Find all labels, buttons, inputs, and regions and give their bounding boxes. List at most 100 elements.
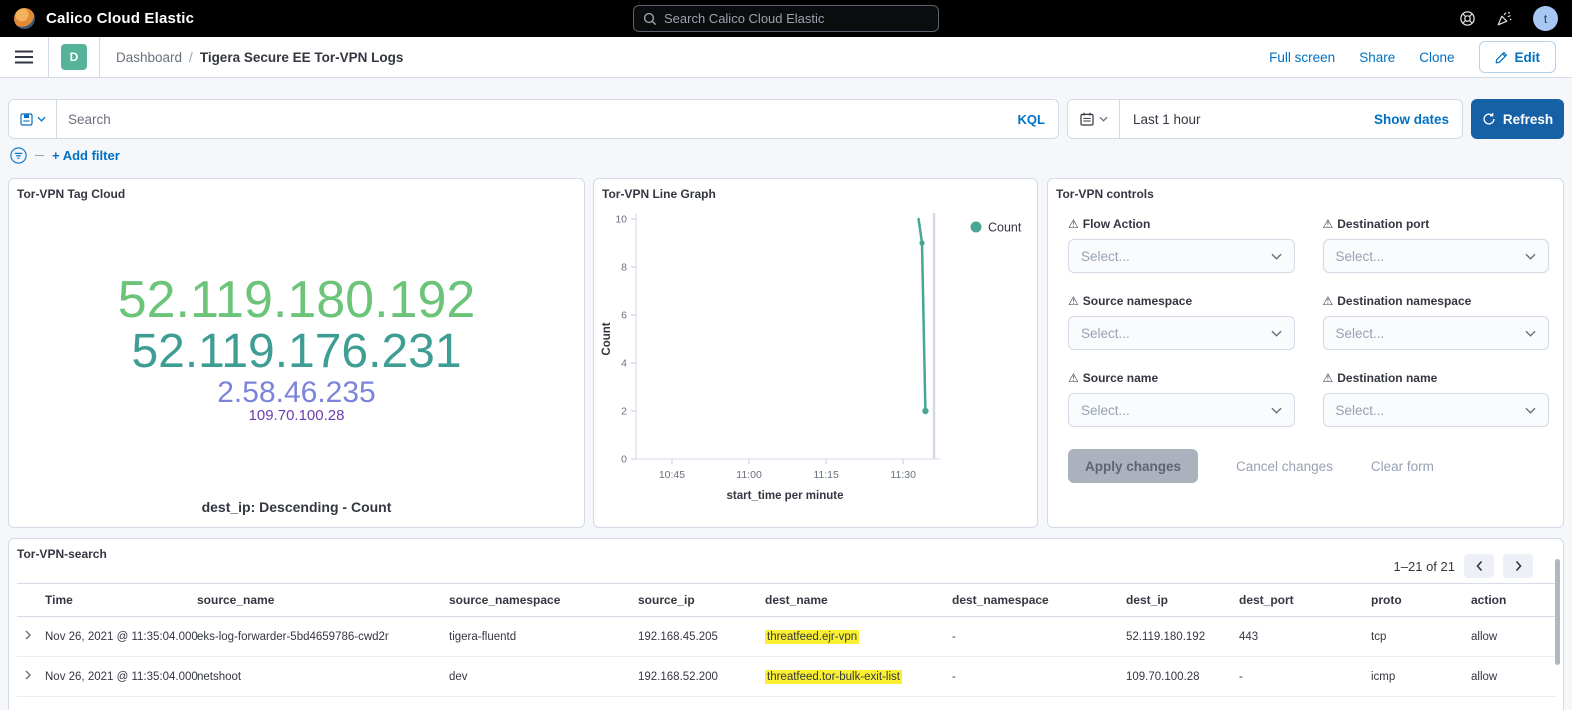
cancel-changes-button[interactable]: Cancel changes — [1236, 459, 1333, 474]
warning-icon: ⚠ — [1323, 217, 1334, 231]
column-header-source-ip[interactable]: source_ip — [630, 584, 757, 617]
next-page-button[interactable] — [1503, 554, 1533, 578]
control-source-namespace: ⚠Source namespace Select... — [1068, 294, 1295, 350]
column-header-dest-namespace[interactable]: dest_namespace — [944, 584, 1118, 617]
show-dates-button[interactable]: Show dates — [1374, 112, 1462, 127]
kql-search-input[interactable] — [57, 112, 1005, 127]
column-header-source-namespace[interactable]: source_namespace — [441, 584, 630, 617]
chevron-down-icon — [1525, 407, 1536, 414]
tag-52-119-180-192[interactable]: 52.119.180.192 — [118, 273, 476, 327]
column-header-dest-ip[interactable]: dest_ip — [1118, 584, 1231, 617]
dashboard-badge[interactable]: D — [61, 44, 87, 70]
clear-form-button[interactable]: Clear form — [1371, 459, 1434, 474]
chevron-left-icon — [1475, 560, 1484, 572]
calico-logo-icon[interactable] — [14, 8, 35, 29]
svg-text:Count: Count — [988, 221, 1022, 235]
chevron-down-icon — [1525, 253, 1536, 260]
table-row: Nov 26, 2021 @ 11:34:54.000netshootdev19… — [17, 697, 1557, 710]
control-select-destination-name[interactable]: Select... — [1323, 393, 1550, 427]
svg-text:11:00: 11:00 — [736, 469, 762, 481]
control-destination-port: ⚠Destination portSelect... — [1323, 217, 1550, 273]
kql-language-button[interactable]: KQL — [1005, 112, 1058, 127]
cell-source-ip: 192.168.52.200 — [630, 697, 757, 710]
clone-button[interactable]: Clone — [1419, 50, 1454, 65]
control-select-destination-port[interactable]: Select... — [1323, 239, 1550, 273]
global-search[interactable] — [633, 5, 939, 32]
cell-source-name: netshoot — [189, 697, 441, 710]
cell-dest-ip: 109.70.100.28 — [1118, 697, 1231, 710]
refresh-button[interactable]: Refresh — [1471, 99, 1564, 139]
cell-source-ip: 192.168.52.200 — [630, 657, 757, 697]
svg-text:Count: Count — [601, 322, 613, 355]
table-row: Nov 26, 2021 @ 11:35:04.000netshootdev19… — [17, 657, 1557, 697]
menu-hamburger-icon[interactable] — [0, 37, 49, 77]
control-label: ⚠Destination name — [1323, 371, 1550, 385]
query-input-box: KQL — [8, 99, 1059, 139]
saved-query-icon — [20, 113, 33, 126]
table-scrollbar[interactable] — [1555, 559, 1560, 665]
add-filter-button[interactable]: + Add filter — [52, 148, 120, 163]
help-life-ring-icon[interactable] — [1459, 10, 1476, 27]
control-select-source-name[interactable]: Select... — [1068, 393, 1295, 427]
cell-source-ip: 192.168.45.205 — [630, 617, 757, 657]
app-title: Calico Cloud Elastic — [46, 10, 194, 27]
page-count: 1–21 of 21 — [1394, 559, 1455, 574]
expand-row-button[interactable] — [17, 617, 37, 657]
tag-109-70-100-28[interactable]: 109.70.100.28 — [249, 408, 345, 424]
chart-legend[interactable]: Count — [971, 221, 1022, 235]
kibana-dashboard-page: Calico Cloud Elastic — [0, 0, 1572, 710]
column-header-time[interactable]: Time — [37, 584, 189, 617]
edit-button[interactable]: Edit — [1479, 41, 1557, 73]
chevron-down-icon — [1271, 253, 1282, 260]
svg-text:4: 4 — [621, 358, 627, 370]
expand-row-button[interactable] — [17, 657, 37, 697]
control-label: ⚠Destination namespace — [1323, 294, 1550, 308]
control-label: ⚠Source namespace — [1068, 294, 1295, 308]
control-flow-action: ⚠Flow ActionSelect... — [1068, 217, 1295, 273]
column-header-source-name[interactable]: source_name — [189, 584, 441, 617]
cell-proto: icmp — [1363, 657, 1463, 697]
column-header-proto[interactable]: proto — [1363, 584, 1463, 617]
expand-row-button[interactable] — [17, 697, 37, 710]
tag-2-58-46-235[interactable]: 2.58.46.235 — [217, 377, 375, 408]
svg-text:8: 8 — [621, 262, 627, 274]
pencil-icon — [1495, 51, 1508, 64]
line-chart[interactable]: 024681010:4511:0011:1511:30start_time pe… — [598, 207, 1036, 517]
top-header-bar: Calico Cloud Elastic — [0, 0, 1572, 37]
tag-52-119-176-231[interactable]: 52.119.176.231 — [131, 327, 461, 377]
calendar-icon — [1080, 112, 1094, 126]
time-range-value[interactable]: Last 1 hour — [1120, 112, 1201, 127]
control-select-destination-namespace[interactable]: Select... — [1323, 316, 1550, 350]
column-header-dest-port[interactable]: dest_port — [1231, 584, 1363, 617]
panel-title: Tor-VPN Line Graph — [602, 187, 1029, 201]
user-avatar[interactable]: t — [1533, 6, 1558, 31]
cell-dest-name: threatfeed.ejr-vpn — [757, 617, 944, 657]
previous-page-button[interactable] — [1464, 554, 1494, 578]
cell-action: allow — [1463, 617, 1557, 657]
chevron-down-icon — [1271, 407, 1282, 414]
tag-cloud: 52.119.180.19252.119.176.2312.58.46.2351… — [17, 213, 576, 483]
cell-dest-namespace: - — [944, 657, 1118, 697]
global-search-input[interactable] — [664, 11, 929, 26]
chevron-right-icon — [1514, 560, 1523, 572]
share-button[interactable]: Share — [1359, 50, 1395, 65]
date-picker: Last 1 hour Show dates — [1067, 99, 1463, 139]
cell-dest-port: - — [1231, 697, 1363, 710]
filter-menu-icon[interactable] — [10, 147, 27, 164]
cell-dest-ip: 109.70.100.28 — [1118, 657, 1231, 697]
breadcrumb-separator: / — [189, 50, 193, 65]
dashboard-content: KQL Last 1 hour Show dates — [0, 78, 1572, 710]
warning-icon: ⚠ — [1068, 371, 1079, 385]
date-picker-menu-button[interactable] — [1068, 100, 1120, 138]
warning-icon: ⚠ — [1068, 217, 1079, 231]
column-header-dest-name[interactable]: dest_name — [757, 584, 944, 617]
breadcrumb-dashboard-link[interactable]: Dashboard — [116, 50, 182, 65]
saved-query-menu-button[interactable] — [9, 100, 57, 138]
svg-text:2: 2 — [621, 406, 627, 418]
control-select-flow-action[interactable]: Select... — [1068, 239, 1295, 273]
full-screen-button[interactable]: Full screen — [1269, 50, 1335, 65]
party-popper-icon[interactable] — [1496, 10, 1513, 27]
apply-changes-button[interactable]: Apply changes — [1068, 449, 1198, 483]
control-select-source-namespace[interactable]: Select... — [1068, 316, 1295, 350]
column-header-action[interactable]: action — [1463, 584, 1557, 617]
